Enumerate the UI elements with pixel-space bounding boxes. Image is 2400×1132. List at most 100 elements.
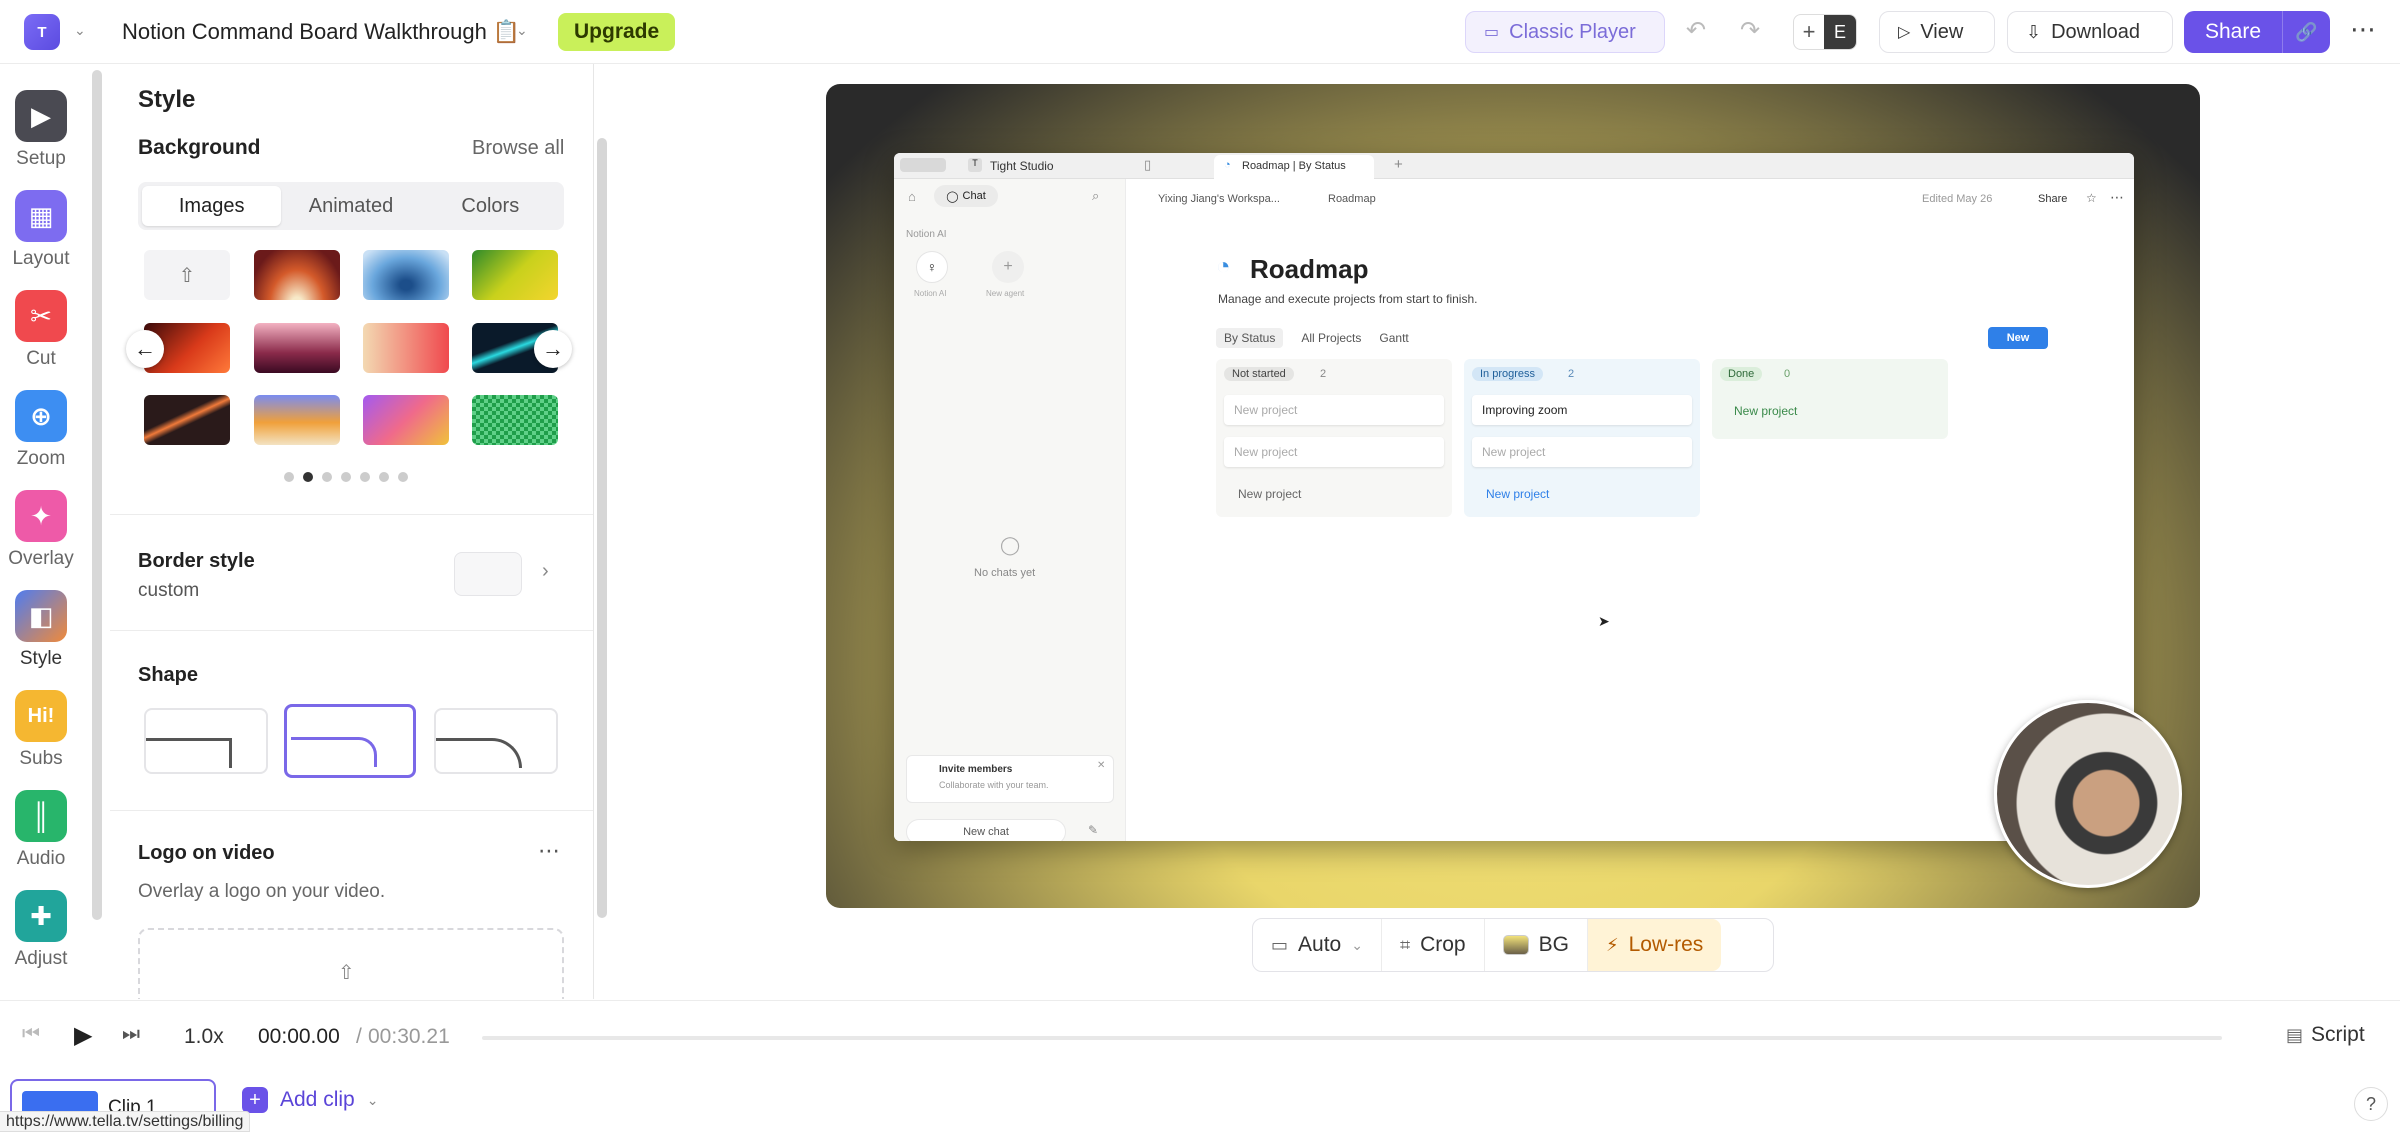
notion-share: Share (2038, 193, 2068, 205)
plus-icon[interactable]: + (1794, 15, 1824, 49)
add-collaborator-group[interactable]: + E (1793, 14, 1857, 50)
title-chevron-icon[interactable]: ⌄ (516, 22, 528, 39)
webcam-bubble[interactable] (1994, 700, 2182, 888)
help-button[interactable]: ? (2354, 1087, 2388, 1121)
rail-item-cut[interactable]: ✂ Cut (0, 290, 82, 370)
add-clip-button[interactable]: + Add clip ⌄ (242, 1087, 378, 1113)
chevron-down-icon[interactable]: ⌄ (74, 22, 86, 39)
sidebar-toggle-icon: ▯ (1144, 157, 1152, 172)
star-icon: ☆ (2086, 191, 2097, 205)
carousel-dots (284, 472, 408, 482)
document-icon: ▤ (2286, 1024, 2304, 1045)
background-thumbnail[interactable] (254, 395, 340, 445)
rail-item-audio[interactable]: ║ Audio (0, 790, 82, 870)
workspace-name: Tight Studio (990, 159, 1054, 173)
classic-player-button[interactable]: ▭ Classic Player (1465, 11, 1665, 53)
top-bar: T ⌄ Notion Command Board Walkthrough 📋 ⌄… (0, 0, 2400, 64)
upgrade-button[interactable]: Upgrade (558, 13, 676, 51)
chat-label: Chat (962, 190, 986, 202)
logo-upload-dropzone[interactable]: ⇧ (138, 928, 564, 999)
background-thumbnail[interactable] (254, 323, 340, 373)
rail-item-subs[interactable]: Hi! Subs (0, 690, 82, 770)
view-gantt: Gantt (1379, 331, 1409, 345)
view-button[interactable]: ▷ View (1879, 11, 1995, 53)
background-heading: Background (138, 136, 261, 159)
play-icon[interactable]: ▶ (74, 1021, 92, 1050)
border-style-value: custom (138, 580, 200, 601)
browser-tab: ◔ Roadmap | By Status (1214, 155, 1374, 179)
shape-option-square[interactable] (144, 708, 268, 774)
board-card: New project (1472, 437, 1692, 467)
upload-background-tile[interactable]: ⇧ (144, 250, 230, 300)
avatar[interactable]: E (1824, 15, 1856, 49)
carousel-dot[interactable] (322, 472, 332, 482)
rail-item-layout[interactable]: ▦ Layout (0, 190, 82, 270)
background-thumbnail[interactable] (144, 395, 230, 445)
playback-speed[interactable]: 1.0x (184, 1025, 224, 1049)
redo-icon[interactable]: ↷ (1740, 16, 1760, 45)
share-button[interactable]: Share 🔗 (2184, 11, 2330, 53)
lightning-icon: ⚡ (1605, 934, 1619, 955)
workspace-icon: T (968, 158, 982, 172)
more-options-icon[interactable]: ⋯ (538, 838, 560, 864)
shape-option-rounded[interactable] (284, 704, 416, 778)
background-thumbnail[interactable] (363, 323, 449, 373)
background-thumbnail[interactable] (472, 250, 558, 300)
skip-back-icon[interactable]: ⏮ (22, 1023, 40, 1046)
download-button[interactable]: ⇩ Download (2007, 11, 2173, 53)
tab-animated[interactable]: Animated (281, 186, 420, 226)
shape-option-round[interactable] (434, 708, 558, 774)
scrubber-track[interactable] (482, 1036, 2222, 1040)
rail-item-zoom[interactable]: ⊕ Zoom (0, 390, 82, 470)
panel-scrollbar[interactable] (597, 138, 607, 918)
bg-button[interactable]: BG (1485, 919, 1588, 971)
rail-item-style[interactable]: ◧ Style (0, 590, 82, 670)
rail-item-overlay[interactable]: ✦ Overlay (0, 490, 82, 570)
arrow-left-icon[interactable]: ← (126, 330, 164, 368)
card-title: New project (1482, 445, 1546, 459)
app-logo[interactable]: T (24, 14, 60, 50)
background-thumbnail[interactable] (472, 395, 558, 445)
upload-cloud-icon: ⇧ (178, 264, 196, 287)
link-icon[interactable]: 🔗 (2282, 11, 2330, 53)
chat-tab: ◯ Chat (934, 185, 998, 207)
background-thumbnail[interactable] (254, 250, 340, 300)
board-column: Done 0 New project (1712, 359, 1948, 439)
breadcrumb-1: Yixing Jiang's Workspa... (1158, 193, 1280, 205)
carousel-dot[interactable] (379, 472, 389, 482)
more-options-icon[interactable]: ⋯ (2350, 14, 2376, 45)
background-thumbnail[interactable] (363, 250, 449, 300)
column-count: 2 (1320, 368, 1327, 380)
script-button[interactable]: ▤ Script (2286, 1023, 2365, 1047)
column-status-badge: In progress (1472, 367, 1544, 381)
browse-all-link[interactable]: Browse all (472, 137, 564, 160)
rail-item-setup[interactable]: ▶ Setup (0, 90, 82, 170)
carousel-dot[interactable] (398, 472, 408, 482)
tab-colors[interactable]: Colors (421, 186, 560, 226)
carousel-dot[interactable] (341, 472, 351, 482)
aspect-auto-button[interactable]: ▭ Auto ⌄ (1253, 919, 1382, 971)
crop-button[interactable]: ⌗ Crop (1382, 919, 1485, 971)
skip-forward-icon[interactable]: ⏭ (122, 1023, 140, 1046)
video-icon: ▭ (1484, 24, 1500, 41)
background-thumbnail[interactable] (363, 395, 449, 445)
column-status-badge: Done (1720, 367, 1763, 381)
status-url-tooltip: https://www.tella.tv/settings/billing (0, 1111, 251, 1132)
carousel-dot[interactable] (284, 472, 294, 482)
carousel-dot-active[interactable] (303, 472, 313, 482)
mouse-cursor-icon: ➤ (1598, 613, 1610, 629)
rail-item-adjust[interactable]: ✚ Adjust (0, 890, 82, 970)
project-title[interactable]: Notion Command Board Walkthrough 📋 (122, 19, 520, 45)
column-count: 2 (1568, 368, 1575, 380)
arrow-right-icon[interactable]: → (534, 330, 572, 368)
low-res-button[interactable]: ⚡ Low-res (1587, 919, 1722, 971)
border-style-row[interactable]: Border style custom › (110, 534, 593, 624)
notion-sidebar: ⌂ ◯ Chat ⌕ Notion AI ♀ Notion AI + New ag… (894, 179, 1126, 841)
tab-images[interactable]: Images (142, 186, 282, 226)
carousel-dot[interactable] (360, 472, 370, 482)
rail-scrollbar[interactable] (92, 70, 102, 920)
layout-icon: ▦ (15, 190, 67, 242)
style-panel: Style Background Browse all Images Anima… (110, 64, 594, 999)
undo-icon[interactable]: ↶ (1686, 16, 1706, 45)
download-cloud-icon: ⇩ (2026, 21, 2042, 42)
